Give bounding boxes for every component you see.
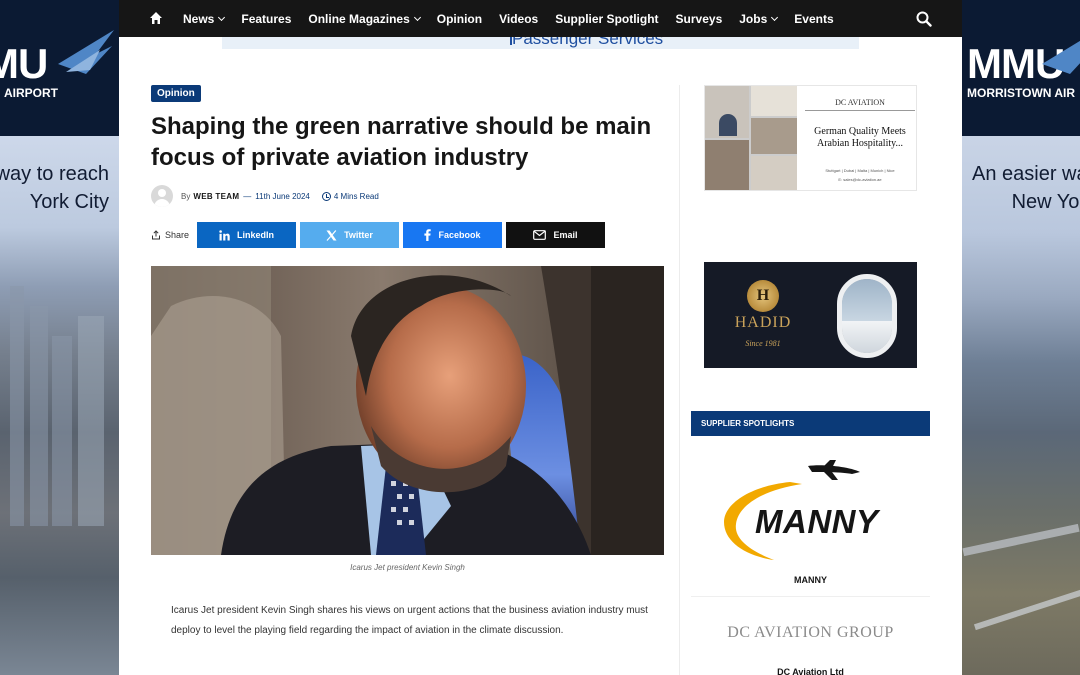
right-skin-ad[interactable]: MMU MORRISTOWN AIR An easier wa New Yor — [962, 0, 1080, 675]
hadid-since: Since 1981 — [745, 339, 781, 348]
nav-item-events[interactable]: Events — [794, 12, 833, 26]
by-label: By — [181, 191, 191, 201]
skin-tagline: way to reach York City — [0, 160, 109, 216]
wing-logo-icon — [1042, 40, 1080, 74]
header-banner-ad[interactable]: Passenger Services — [222, 37, 859, 49]
read-time: 4 Mins Read — [333, 191, 379, 201]
home-icon[interactable] — [149, 11, 163, 25]
dc-aviation-group-logo[interactable]: DC AVIATION GROUP — [691, 624, 930, 642]
nav-item-label: Events — [794, 11, 834, 26]
share-facebook-label: Facebook — [438, 230, 481, 240]
hero-photo-illustration — [151, 266, 664, 555]
chevron-down-icon — [413, 13, 421, 21]
main-navigation: News Features Online Magazines Opinion Video… — [119, 0, 962, 37]
spotlight-label-manny[interactable]: MANNY — [691, 575, 930, 585]
author-avatar[interactable] — [151, 185, 173, 207]
dc-aviation-ad[interactable]: DC AVIATION German Quality Meets Arabian… — [704, 85, 917, 191]
skin-subtitle: MORRISTOWN AIR — [967, 86, 1075, 100]
skin-brand-text: MU — [0, 40, 48, 87]
supplier-spotlights-heading: SUPPLIER SPOTLIGHTS — [691, 411, 930, 436]
meta-separator: — — [243, 191, 252, 201]
publish-date: 11th June 2024 — [255, 191, 310, 201]
share-linkedin-label: LinkedIn — [236, 230, 274, 240]
nav-item-videos[interactable]: Videos — [499, 12, 538, 26]
nav-item-label: Online Magazines — [308, 11, 410, 26]
chevron-down-icon — [771, 13, 779, 21]
category-badge[interactable]: Opinion — [151, 85, 201, 102]
share-facebook-button[interactable]: Facebook — [403, 222, 502, 248]
article-title: Shaping the green narrative should be ma… — [151, 113, 652, 171]
hadid-name: HADID — [734, 314, 792, 331]
clock-icon — [321, 191, 331, 201]
nav-item-label: Supplier Spotlight — [555, 11, 659, 26]
share-label-text: Share — [165, 230, 190, 240]
nav-item-opinion[interactable]: Opinion — [437, 12, 482, 26]
wing-logo-icon — [58, 30, 114, 74]
share-email-button[interactable]: Email — [506, 222, 605, 248]
article-lead-paragraph: Icarus Jet president Kevin Singh shares … — [171, 605, 648, 636]
hadid-monogram: H — [756, 287, 770, 304]
nav-item-label: Jobs — [739, 11, 768, 26]
spotlight-divider — [691, 596, 930, 597]
article-hero-image — [151, 266, 664, 555]
nav-item-supplier-spotlight[interactable]: Supplier Spotlight — [555, 12, 658, 26]
nav-item-label: Surveys — [675, 11, 723, 26]
image-caption: Icarus Jet president Kevin Singh — [350, 563, 465, 572]
dc-aviation-brand: DC AVIATION — [835, 98, 885, 107]
nav-item-features[interactable]: Features — [241, 12, 291, 26]
share-twitter-button[interactable]: Twitter — [300, 222, 399, 248]
nav-item-jobs[interactable]: Jobs — [739, 11, 779, 26]
manny-wordmark: MANNY — [755, 503, 879, 540]
hadid-ad[interactable]: H HADID Since 1981 — [704, 262, 917, 368]
left-skin-ad[interactable]: MU AIRPORT way to reach York City — [0, 0, 119, 675]
spotlight-label-dc-aviation[interactable]: DC Aviation Ltd — [691, 667, 930, 675]
facebook-icon — [424, 229, 432, 241]
skin-subtitle: AIRPORT — [4, 86, 58, 100]
envelope-icon — [533, 230, 547, 240]
skin-tagline-line-1: An easier wa — [972, 163, 1080, 185]
skin-tagline-line-2: York City — [29, 191, 109, 213]
banner-text: Passenger Services — [512, 37, 664, 48]
dc-aviation-cities: Stuttgart | Dubai | Malta | Munich | Nic… — [825, 168, 895, 173]
aircraft-window-image — [837, 274, 897, 358]
nav-item-online-magazines[interactable]: Online Magazines — [308, 11, 421, 26]
share-bar: Share LinkedIn Twitter Facebook Email — [151, 222, 609, 248]
search-icon[interactable] — [916, 11, 932, 27]
ad-photo-collage — [705, 86, 797, 190]
chevron-down-icon — [218, 13, 226, 21]
dc-aviation-contact: E: sales@dc-aviation.ae — [838, 177, 882, 182]
nav-item-surveys[interactable]: Surveys — [676, 12, 723, 26]
nav-item-label: Opinion — [436, 11, 483, 26]
dc-aviation-headline: German Quality Meets Arabian Hospitality… — [814, 126, 906, 149]
brand-rule — [805, 110, 915, 111]
skin-tagline: An easier wa New Yor — [972, 160, 1080, 216]
share-email-label: Email — [553, 230, 578, 240]
linkedin-icon — [219, 229, 230, 240]
nav-item-news[interactable]: News — [183, 11, 226, 26]
airport-aerial-photo — [962, 136, 1080, 675]
nav-item-label: Features — [241, 11, 292, 26]
author-name[interactable]: WEB TEAM — [193, 192, 239, 201]
x-twitter-icon — [326, 229, 337, 241]
share-icon — [152, 230, 160, 240]
nav-item-label: Videos — [499, 11, 539, 26]
share-twitter-label: Twitter — [344, 230, 373, 240]
city-aerial-photo — [0, 136, 119, 675]
article-meta: By WEB TEAM — 11th June 2024 4 Mins Read — [151, 185, 379, 207]
nav-item-label: News — [183, 11, 215, 26]
share-linkedin-button[interactable]: LinkedIn — [197, 222, 296, 248]
share-label: Share — [151, 230, 197, 240]
skin-tagline-line-2: New Yor — [1011, 191, 1080, 213]
nav-menu: News Features Online Magazines Opinion Video… — [183, 0, 851, 37]
sidebar-divider — [679, 85, 680, 675]
skin-tagline-line-1: way to reach — [0, 163, 109, 185]
